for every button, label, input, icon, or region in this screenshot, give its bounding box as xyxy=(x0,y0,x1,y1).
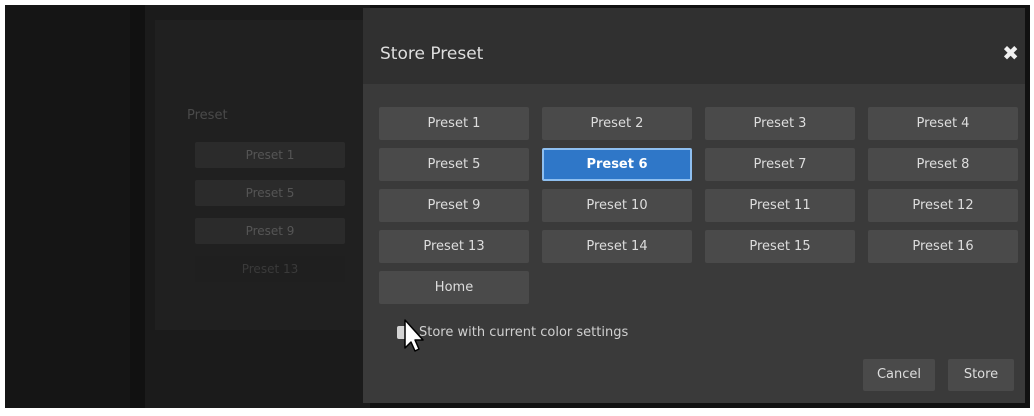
preset-button[interactable]: Preset 13 xyxy=(379,230,529,263)
preset-button[interactable]: Preset 7 xyxy=(705,148,855,181)
mouse-pointer-icon xyxy=(404,319,424,352)
cancel-button[interactable]: Cancel xyxy=(863,359,935,391)
background-panel xyxy=(5,5,130,408)
dialog-header: Store Preset ✖ xyxy=(363,8,1025,84)
preset-button[interactable]: Preset 2 xyxy=(542,107,692,140)
store-preset-dialog: Store Preset ✖ Preset 1 Preset 2 Preset … xyxy=(363,8,1025,403)
background-preset-button: Preset 13 xyxy=(195,256,345,282)
store-button[interactable]: Store xyxy=(948,359,1014,391)
background-preset-button: Preset 5 xyxy=(195,180,345,206)
close-icon[interactable]: ✖ xyxy=(1002,43,1019,63)
preset-button[interactable]: Preset 8 xyxy=(868,148,1018,181)
dialog-title: Store Preset xyxy=(380,44,484,64)
preset-button[interactable]: Preset 9 xyxy=(379,189,529,222)
preset-button[interactable]: Preset 12 xyxy=(868,189,1018,222)
preset-button[interactable]: Preset 15 xyxy=(705,230,855,263)
color-settings-option[interactable]: Store with current color settings xyxy=(397,325,628,340)
background-preset-label: Preset xyxy=(187,108,228,123)
color-settings-label: Store with current color settings xyxy=(419,325,629,340)
preset-button[interactable]: Preset 14 xyxy=(542,230,692,263)
background-preset-panel xyxy=(155,20,370,330)
preset-button[interactable]: Preset 4 xyxy=(868,107,1018,140)
preset-button[interactable]: Preset 10 xyxy=(542,189,692,222)
preset-button[interactable]: Preset 11 xyxy=(705,189,855,222)
background-preset-button: Preset 9 xyxy=(195,218,345,244)
preset-button[interactable]: Preset 1 xyxy=(379,107,529,140)
background-preset-button: Preset 1 xyxy=(195,142,345,168)
preset-button-selected[interactable]: Preset 6 xyxy=(542,148,692,181)
preset-button[interactable]: Preset 16 xyxy=(868,230,1018,263)
home-preset-button[interactable]: Home xyxy=(379,271,529,304)
preset-button[interactable]: Preset 5 xyxy=(379,148,529,181)
preset-button[interactable]: Preset 3 xyxy=(705,107,855,140)
